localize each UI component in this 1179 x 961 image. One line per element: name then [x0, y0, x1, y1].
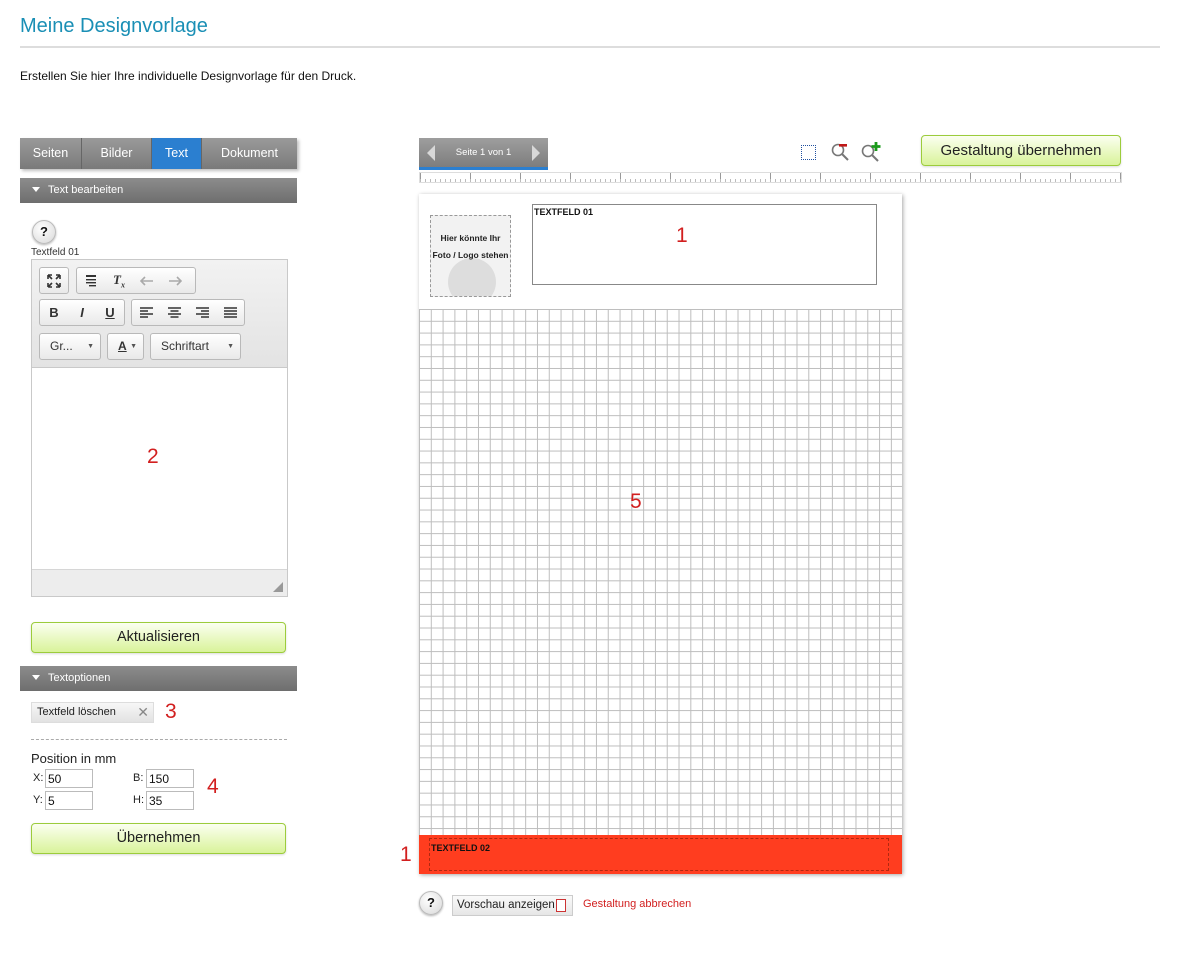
fullscreen-icon[interactable]: [40, 268, 68, 293]
tab-text[interactable]: Text: [152, 138, 202, 169]
prev-page-icon[interactable]: [427, 145, 435, 161]
footer-band: TEXTFELD 02: [419, 835, 902, 874]
textfield-02-label: TEXTFELD 02: [431, 843, 491, 853]
font-size-select[interactable]: Gr... ▼: [39, 333, 101, 360]
annotation-3: 3: [165, 700, 177, 723]
section-text-options-label: Textoptionen: [48, 672, 111, 684]
document-canvas[interactable]: Hier könnte Ihr Foto / Logo stehen TEXTF…: [419, 194, 902, 874]
textfield-01[interactable]: TEXTFELD 01: [532, 204, 877, 285]
zoom-out-icon[interactable]: [830, 142, 850, 162]
text-editor: Tx B I U Gr... ▼ A ▼ Schriftart ▼: [31, 259, 288, 597]
photo-placeholder[interactable]: Hier könnte Ihr Foto / Logo stehen: [430, 215, 511, 297]
pdf-icon: [556, 899, 566, 912]
textfield-label: Textfeld 01: [31, 247, 80, 258]
close-icon: ✕: [137, 704, 149, 720]
page-navigator: Seite 1 von 1: [419, 138, 548, 170]
underline-icon[interactable]: U: [96, 300, 124, 325]
tab-bilder[interactable]: Bilder: [82, 138, 152, 169]
align-right-icon[interactable]: [188, 300, 216, 325]
font-family-select[interactable]: Schriftart ▼: [150, 333, 241, 360]
chevron-down-icon: ▼: [87, 343, 94, 350]
tab-seiten[interactable]: Seiten: [20, 138, 82, 169]
apply-position-button[interactable]: Übernehmen: [31, 823, 286, 854]
section-text-options[interactable]: Textoptionen: [20, 666, 297, 691]
font-color-select[interactable]: A ▼: [107, 333, 144, 360]
textfield-01-label: TEXTFELD 01: [534, 207, 594, 217]
h-input[interactable]: [146, 791, 194, 810]
preview-button[interactable]: Vorschau anzeigen: [452, 895, 573, 916]
resize-handle-icon[interactable]: [273, 582, 283, 592]
align-left-icon[interactable]: [132, 300, 160, 325]
section-text-edit[interactable]: Text bearbeiten: [20, 178, 297, 203]
h-label: H:: [133, 794, 144, 806]
cancel-design-link[interactable]: Gestaltung abbrechen: [583, 898, 691, 910]
textfield-02[interactable]: TEXTFELD 02: [429, 838, 889, 871]
align-center-icon[interactable]: [160, 300, 188, 325]
divider: [31, 739, 287, 740]
section-text-edit-label: Text bearbeiten: [48, 184, 124, 196]
font-family-value: Schriftart: [161, 339, 210, 353]
document-header-area: Hier könnte Ihr Foto / Logo stehen TEXTF…: [419, 194, 902, 309]
preview-button-label: Vorschau anzeigen: [457, 899, 555, 911]
panel-tabs: Seiten Bilder Text Dokument: [20, 138, 297, 169]
collapse-triangle-icon: [32, 187, 40, 192]
title-divider: [20, 46, 1160, 48]
delete-textfield-label: Textfeld löschen: [37, 706, 116, 718]
page-title: Meine Designvorlage: [20, 15, 208, 37]
design-grid[interactable]: [419, 309, 902, 835]
zoom-in-icon[interactable]: [860, 142, 881, 162]
annotation-1-bottom: 1: [400, 843, 412, 866]
b-label: B:: [133, 772, 144, 784]
annotation-4: 4: [207, 775, 219, 798]
justify-icon[interactable]: [216, 300, 244, 325]
photo-placeholder-text: Hier könnte Ihr Foto / Logo stehen: [432, 233, 509, 260]
font-size-value: Gr...: [50, 339, 73, 353]
b-input[interactable]: [146, 769, 194, 788]
y-input[interactable]: [45, 791, 93, 810]
position-title: Position in mm: [31, 751, 117, 766]
help-button[interactable]: ?: [32, 220, 56, 244]
paste-text-icon[interactable]: [77, 268, 105, 293]
y-label: Y:: [33, 794, 43, 806]
next-page-icon[interactable]: [532, 145, 540, 161]
pager-label: Seite 1 von 1: [455, 147, 512, 158]
redo-icon[interactable]: [161, 268, 189, 293]
x-input[interactable]: [45, 769, 93, 788]
ruler: [419, 172, 1122, 183]
annotation-2: 2: [147, 445, 159, 468]
help-button-footer[interactable]: ?: [419, 891, 443, 915]
editor-toolbar: Tx B I U Gr... ▼ A ▼ Schriftart ▼: [32, 260, 287, 368]
chevron-down-icon: ▼: [227, 343, 234, 350]
italic-icon[interactable]: I: [68, 300, 96, 325]
editor-textarea[interactable]: [32, 368, 287, 570]
intro-text: Erstellen Sie hier Ihre individuelle Des…: [20, 69, 357, 83]
editor-statusbar: [32, 569, 287, 596]
font-color-icon: A: [118, 339, 127, 353]
undo-icon[interactable]: [133, 268, 161, 293]
chevron-down-icon: ▼: [130, 343, 137, 350]
tab-dokument[interactable]: Dokument: [202, 138, 297, 169]
collapse-triangle-icon: [32, 675, 40, 680]
x-label: X:: [33, 772, 44, 784]
apply-design-button[interactable]: Gestaltung übernehmen: [921, 135, 1121, 166]
update-button[interactable]: Aktualisieren: [31, 622, 286, 653]
bold-icon[interactable]: B: [40, 300, 68, 325]
selection-icon[interactable]: [801, 145, 816, 160]
annotation-1-top: 1: [676, 224, 688, 247]
annotation-5: 5: [630, 490, 642, 513]
delete-textfield-button[interactable]: Textfeld löschen ✕: [31, 702, 154, 723]
clear-format-icon[interactable]: Tx: [105, 268, 133, 293]
